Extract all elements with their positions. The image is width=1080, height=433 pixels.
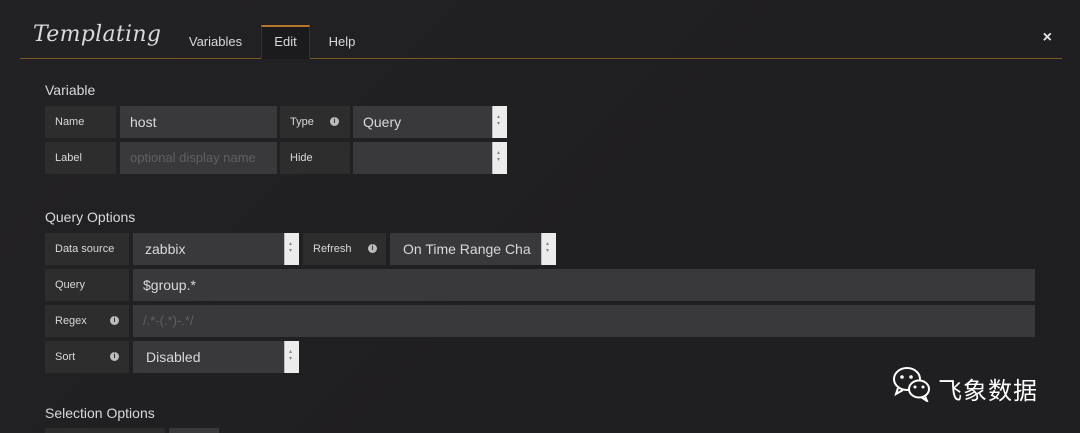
watermark-text: 飞象数据 — [938, 378, 1038, 405]
close-icon[interactable]: × — [1043, 29, 1052, 47]
selection-options-heading: Selection Options — [45, 405, 155, 421]
page-title: Templating — [33, 22, 162, 47]
datasource-select[interactable]: zabbix — [133, 233, 284, 265]
refresh-select[interactable]: On Time Range Cha — [390, 233, 541, 265]
chevron-updown-icon[interactable] — [492, 106, 507, 138]
tab-edit[interactable]: Edit — [261, 25, 310, 59]
templating-header: Templating Variables Edit Help × — [20, 0, 1062, 59]
chevron-updown-icon[interactable] — [284, 233, 299, 265]
selection-row-label — [45, 428, 165, 433]
chevron-updown-icon[interactable] — [284, 341, 299, 373]
info-icon: i — [110, 352, 119, 361]
query-input[interactable]: $group.* — [133, 269, 1035, 301]
name-label: Name — [45, 106, 116, 138]
tab-help[interactable]: Help — [317, 26, 367, 58]
sort-select[interactable]: Disabled — [133, 341, 284, 373]
variable-heading: Variable — [45, 82, 96, 98]
tab-variables[interactable]: Variables — [178, 26, 253, 58]
info-icon: i — [110, 316, 119, 325]
regex-input[interactable]: /.*-(.*)-.*/ — [133, 305, 1035, 337]
name-input[interactable]: host — [120, 106, 277, 138]
chevron-updown-icon[interactable] — [541, 233, 556, 265]
datasource-label: Data source — [45, 233, 129, 265]
wechat-icon — [893, 367, 930, 402]
selection-row-field[interactable] — [169, 428, 219, 433]
hide-select[interactable] — [353, 142, 492, 174]
info-icon: i — [368, 244, 377, 253]
type-label-text: Type — [290, 116, 314, 128]
chevron-updown-icon[interactable] — [492, 142, 507, 174]
query-label: Query — [45, 269, 129, 301]
label-input[interactable]: optional display name — [120, 142, 277, 174]
info-icon: i — [330, 117, 339, 126]
type-label: Type — [280, 106, 350, 138]
label-label: Label — [45, 142, 116, 174]
hide-label: Hide — [280, 142, 350, 174]
type-select[interactable]: Query — [353, 106, 492, 138]
query-options-heading: Query Options — [45, 209, 136, 225]
